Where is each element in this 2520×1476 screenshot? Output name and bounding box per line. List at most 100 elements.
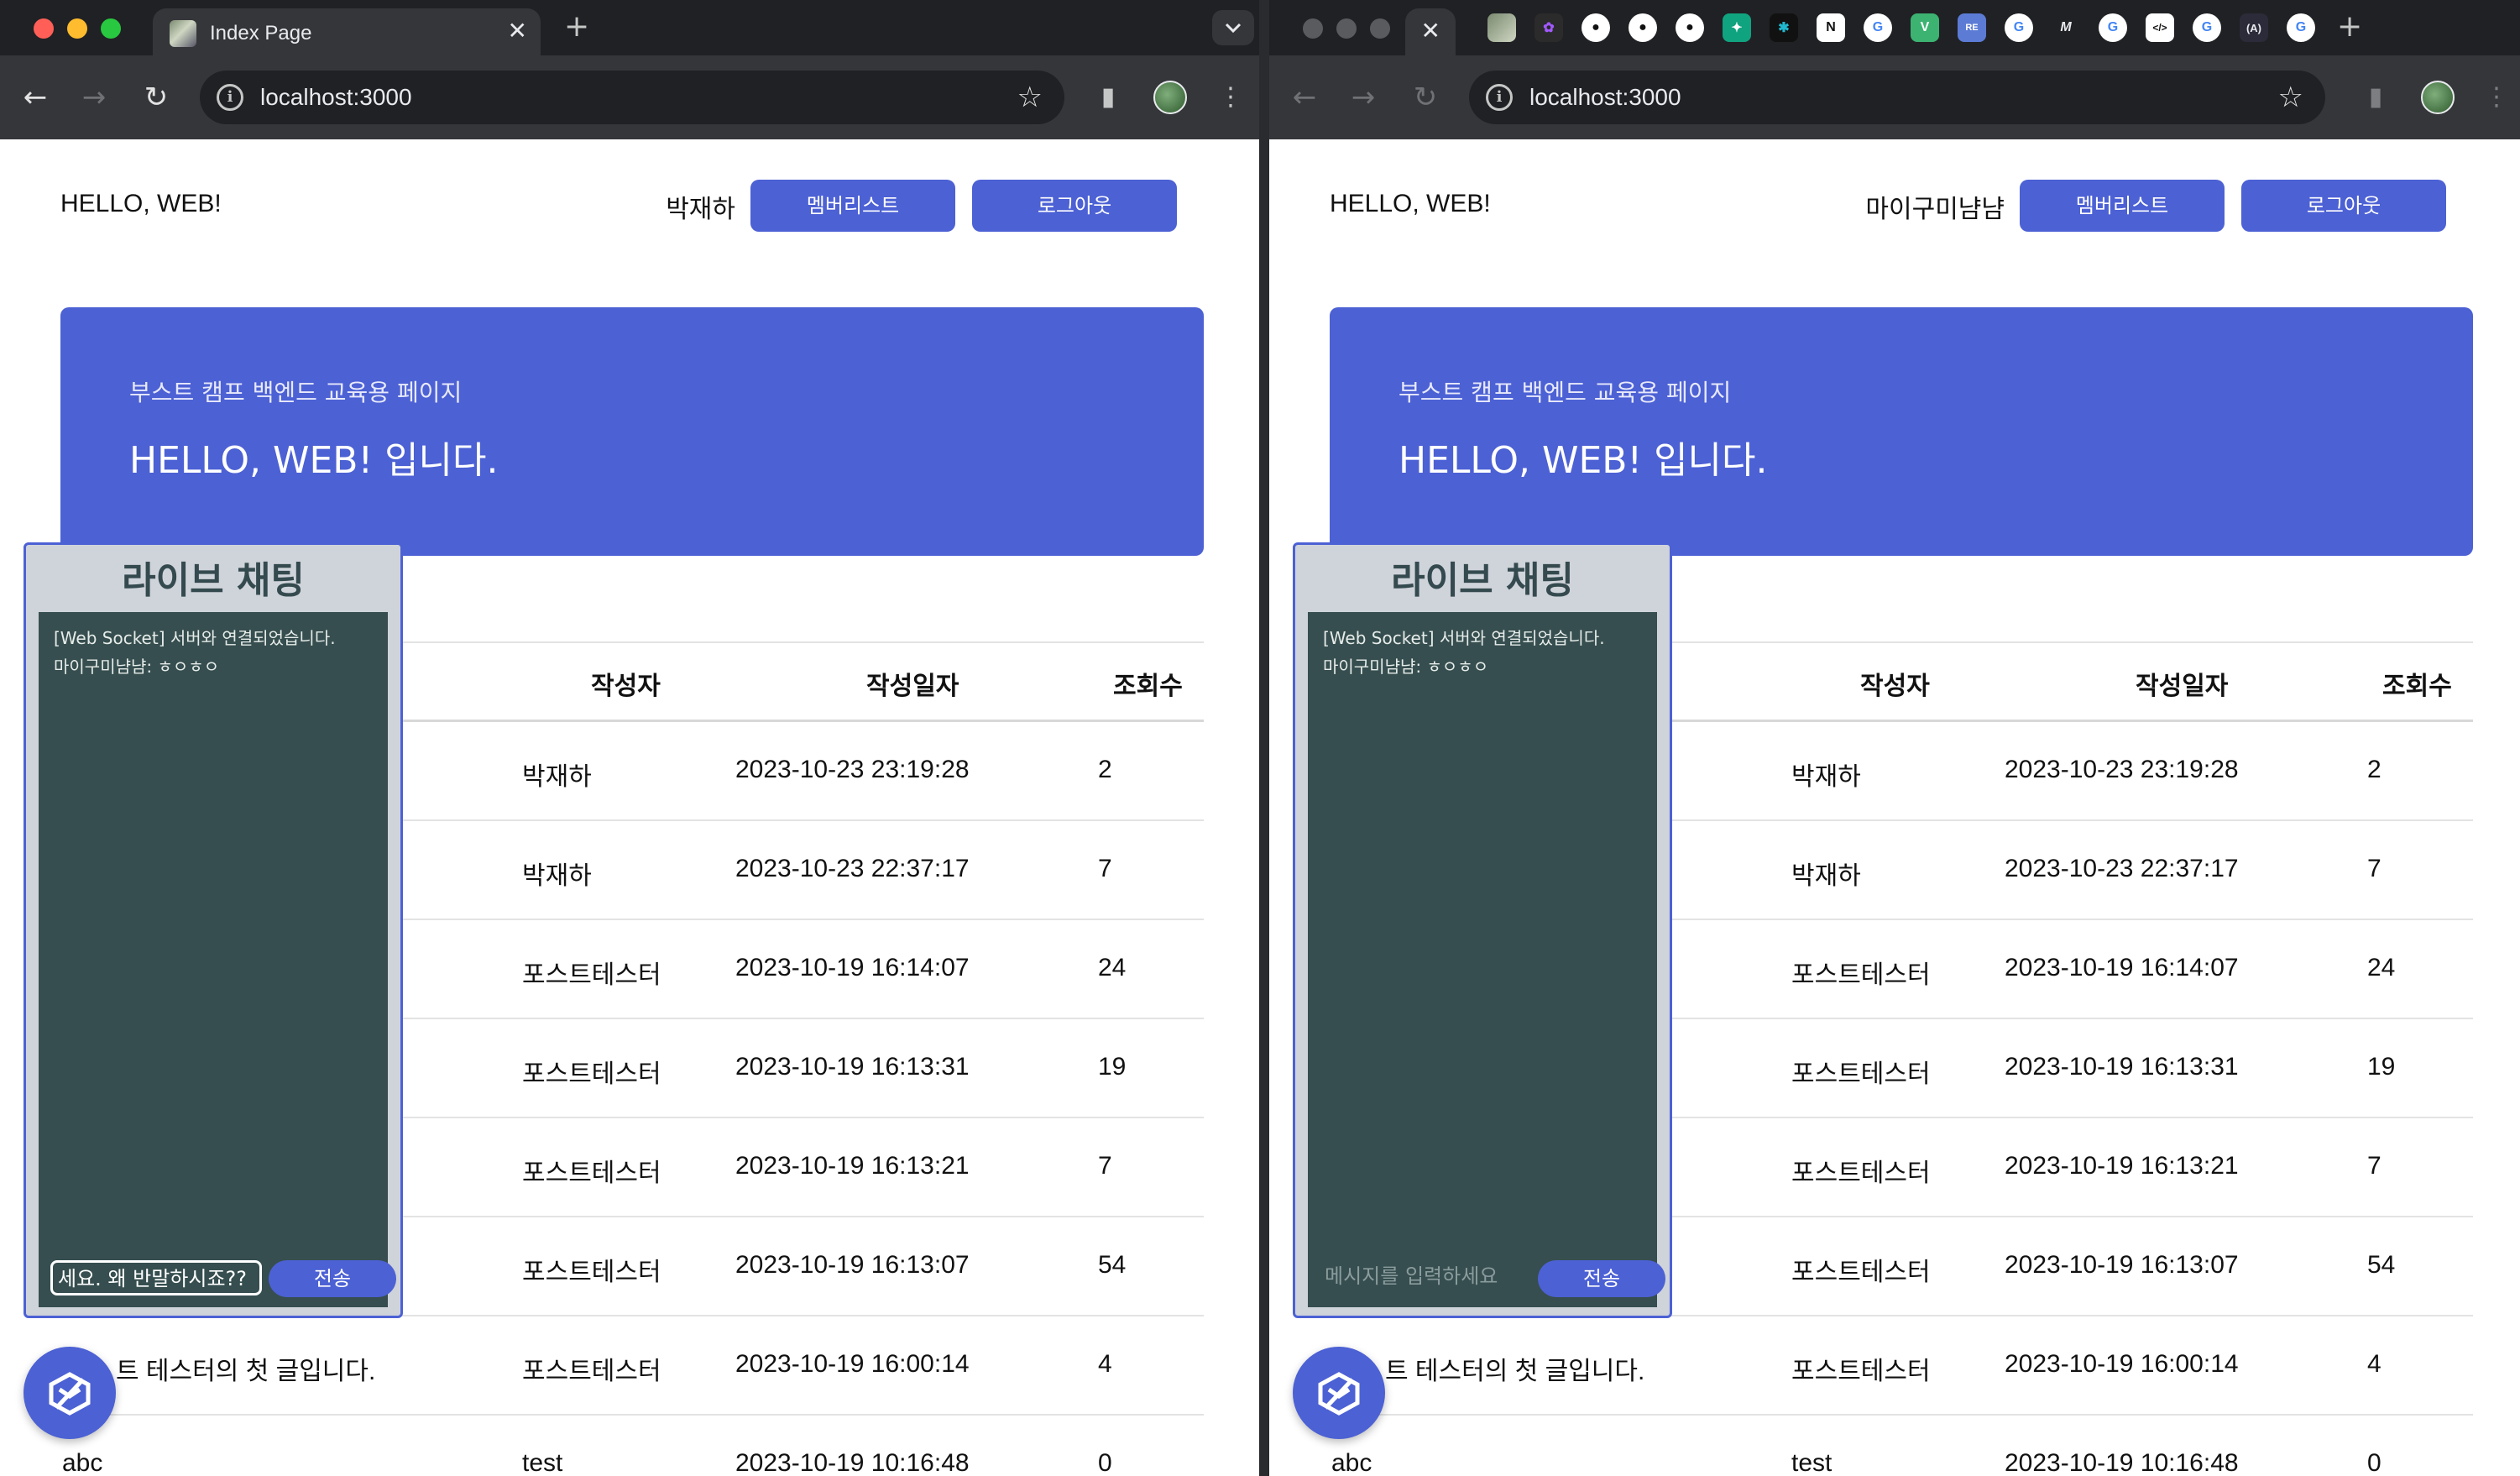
row-author: test [522,1449,563,1476]
pinned-tab-repo[interactable]: RE [1958,13,1986,42]
chat-message-input[interactable]: 메시지를 입력하세요 [1320,1260,1531,1295]
new-tab-button[interactable]: + [564,10,589,44]
pinned-tab-notion[interactable]: N [1817,13,1845,42]
pinned-tab-google-1[interactable]: G [1864,13,1892,42]
member-list-button[interactable]: 멤버리스트 [750,180,955,232]
row-title[interactable]: abc [62,1449,102,1476]
tab-index-page[interactable]: Index Page ✕ [153,8,541,55]
table-row[interactable]: abc test 2023-10-19 10:16:48 0 [60,1416,1204,1476]
pinned-tab-vue[interactable]: V [1911,13,1939,42]
tab-title: Index Page [210,22,312,44]
pinned-tab-google-4[interactable]: G [2193,13,2221,42]
row-title[interactable]: 트 테스터의 첫 글입니다. [1385,1350,1644,1387]
zoom-window-button[interactable] [101,18,121,39]
forward-arrow-icon[interactable]: → [77,81,111,114]
pinned-tab-github-3[interactable]: ● [1676,13,1704,42]
row-views: 54 [1098,1251,1127,1279]
pinned-tab-figma[interactable]: ✿ [1534,13,1563,42]
site-title[interactable]: HELLO, WEB! [60,190,222,218]
tab-active-page[interactable]: ✕ [1405,8,1456,55]
reload-icon[interactable]: ↻ [1409,81,1442,114]
row-views: 19 [2367,1053,2396,1081]
web-page: HELLO, WEB! 마이구미냠냠 멤버리스트 로그아웃 부스트 캠프 백엔드… [1269,139,2520,1476]
pinned-tab-perplexity[interactable]: ✱ [1770,13,1798,42]
row-views: 0 [1098,1449,1112,1476]
close-window-button[interactable] [1303,18,1323,39]
zoom-window-button[interactable] [1370,18,1390,39]
bookmark-star-icon[interactable]: ☆ [1017,81,1043,114]
row-views: 4 [2367,1350,2381,1378]
chat-message: 마이구미냠냠: ㅎㅇㅎㅇ [1323,657,1489,677]
browser-toolbar: ← → ↻ i localhost:3000 ☆ ▮ ⋮ [1269,55,2520,139]
column-author: 작성자 [591,672,661,701]
site-title[interactable]: HELLO, WEB! [1330,190,1491,218]
minimize-window-button[interactable] [67,18,87,39]
browser-menu-icon[interactable]: ⋮ [2478,79,2515,116]
pinned-tab-vim[interactable] [1487,13,1516,42]
member-list-button[interactable]: 멤버리스트 [2020,180,2225,232]
forward-arrow-icon[interactable]: → [1346,81,1380,114]
site-info-icon[interactable]: i [217,84,243,111]
row-date: 2023-10-23 23:19:28 [2005,756,2239,783]
pinned-tab-github-1[interactable]: ● [1582,13,1610,42]
pinned-tab-google-2[interactable]: G [2005,13,2033,42]
row-author: 포스트테스터 [1791,1060,1931,1088]
pinned-tab-medium[interactable]: M [2052,13,2080,42]
row-author: 포스트테스터 [1791,1358,1931,1385]
tab-close-icon[interactable]: ✕ [508,18,527,44]
reload-icon[interactable]: ↻ [139,81,173,114]
address-bar[interactable]: i localhost:3000 ☆ [1469,71,2325,124]
pinned-tab-arc[interactable]: (A) [2240,13,2268,42]
bookmark-star-icon[interactable]: ☆ [2278,81,2303,114]
chat-toggle-button[interactable] [24,1347,116,1439]
row-author: 포스트테스터 [1791,961,1931,989]
chat-logo-icon [49,1372,91,1416]
chat-message-input[interactable]: 세요. 왜 반말하시죠?? [50,1260,262,1295]
tab-close-icon[interactable]: ✕ [1421,18,1440,44]
row-views: 0 [2367,1449,2381,1476]
chat-send-button[interactable]: 전송 [269,1260,396,1297]
row-date: 2023-10-23 23:19:28 [735,756,970,783]
side-panel-icon[interactable]: ▮ [1090,79,1127,116]
chat-messages[interactable]: [Web Socket] 서버와 연결되었습니다. 마이구미냠냠: ㅎㅇㅎㅇ [39,612,388,1250]
chevron-down-icon [1225,23,1242,34]
back-arrow-icon[interactable]: ← [1288,81,1321,114]
pinned-tab-code[interactable]: </> [2146,13,2174,42]
pinned-tab-chatgpt[interactable]: ✦ [1723,13,1751,42]
address-bar[interactable]: i localhost:3000 ☆ [200,71,1064,124]
chat-title: 라이브 채팅 [122,559,305,602]
profile-avatar[interactable] [2421,81,2455,114]
row-author: test [1791,1449,1832,1476]
row-date: 2023-10-19 16:13:21 [2005,1152,2239,1180]
site-info-icon[interactable]: i [1486,84,1513,111]
back-arrow-icon[interactable]: ← [18,81,52,114]
pinned-tab-github-2[interactable]: ● [1629,13,1657,42]
row-date: 2023-10-19 16:13:07 [735,1251,970,1279]
table-row[interactable]: abc test 2023-10-19 10:16:48 0 [1330,1416,2473,1476]
profile-avatar[interactable] [1153,81,1187,114]
minimize-window-button[interactable] [1336,18,1357,39]
close-window-button[interactable] [34,18,54,39]
row-title[interactable]: abc [1331,1449,1372,1476]
chat-messages[interactable]: [Web Socket] 서버와 연결되었습니다. 마이구미냠냠: ㅎㅇㅎㅇ [1308,612,1657,1250]
browser-toolbar: ← → ↻ i localhost:3000 ☆ ▮ ⋮ [0,55,1259,139]
row-views: 2 [2367,756,2381,783]
pinned-tab-google-5[interactable]: G [2287,13,2315,42]
pinned-tab-google-3[interactable]: G [2099,13,2127,42]
table-row[interactable]: 트 테스터의 첫 글입니다. 포스트테스터 2023-10-19 16:00:1… [1330,1316,2473,1416]
row-date: 2023-10-19 16:13:31 [735,1053,970,1081]
chat-toggle-button[interactable] [1293,1347,1385,1439]
table-row[interactable]: 트 테스터의 첫 글입니다. 포스트테스터 2023-10-19 16:00:1… [60,1316,1204,1416]
browser-menu-icon[interactable]: ⋮ [1212,79,1249,116]
row-date: 2023-10-19 16:14:07 [735,954,970,981]
row-title[interactable]: 트 테스터의 첫 글입니다. [116,1350,375,1387]
tab-search-button[interactable] [1212,10,1254,45]
side-panel-icon[interactable]: ▮ [2357,79,2394,116]
chat-input-bar: 세요. 왜 반말하시죠?? 전송 [39,1248,396,1307]
row-author: 포스트테스터 [522,1159,661,1187]
logout-button[interactable]: 로그아웃 [2241,180,2446,232]
chat-send-button[interactable]: 전송 [1538,1260,1665,1297]
new-tab-button[interactable]: + [2337,10,2362,44]
logout-button[interactable]: 로그아웃 [972,180,1177,232]
chat-message: [Web Socket] 서버와 연결되었습니다. [54,628,336,648]
